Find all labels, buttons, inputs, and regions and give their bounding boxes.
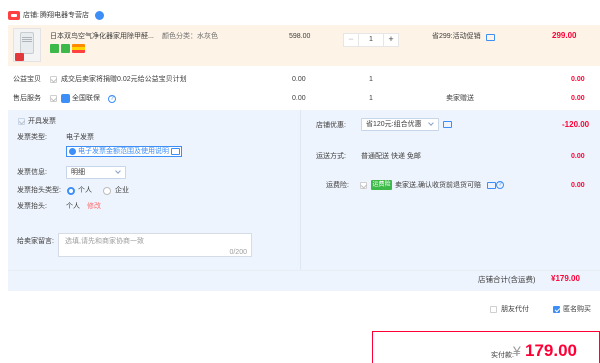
- item-attribute: 颜色分类：水灰色: [162, 33, 218, 40]
- shipping-insurance-label: 运费险:: [326, 182, 349, 189]
- shop-total-label: 店铺合计(含运费): [478, 275, 536, 284]
- shipping-insurance-badge: 运费险: [371, 180, 392, 190]
- public-welfare-qty: 1: [369, 76, 373, 83]
- shop-discount-label: 店铺优惠:: [316, 122, 346, 129]
- payment-summary: 实付款: ¥ 179.00: [372, 331, 600, 363]
- shop-discount-select[interactable]: 省120元:组合优惠: [361, 118, 439, 131]
- chat-icon[interactable]: [443, 121, 452, 128]
- invoice-toggle-label: 开具发票: [28, 118, 56, 125]
- after-sales-price: 0.00: [292, 95, 306, 102]
- quantity-value[interactable]: 1: [359, 34, 383, 46]
- chat-icon: [171, 148, 180, 155]
- public-welfare-amount: 0.00: [571, 76, 585, 83]
- delivery-value: 普通配送 快递 免邮: [361, 153, 421, 160]
- shipping-insurance-checkbox[interactable]: [360, 182, 367, 189]
- panel-divider: [300, 110, 301, 270]
- info-icon: [69, 148, 76, 155]
- invoice-scope-link[interactable]: 电子发票金额范围及使用说明: [66, 146, 182, 157]
- invoice-header-value: 个人: [66, 203, 80, 210]
- after-sales-text: 全国联保: [72, 95, 100, 102]
- guarantee-icon: [61, 44, 70, 53]
- public-welfare-checkbox[interactable]: [50, 76, 57, 83]
- friend-pay-checkbox[interactable]: [490, 306, 497, 313]
- chat-icon[interactable]: [487, 182, 496, 189]
- invoice-header-edit-link[interactable]: 修改: [87, 202, 101, 211]
- divider: [8, 270, 600, 271]
- shop-total-amount: ¥179.00: [551, 274, 580, 283]
- public-welfare-label: 公益宝贝: [13, 76, 41, 83]
- friend-pay-label: 朋友代付: [501, 306, 529, 313]
- chevron-down-icon: [428, 120, 434, 126]
- increase-button[interactable]: +: [383, 34, 398, 46]
- invoice-info-label: 发票信息:: [17, 169, 47, 176]
- shipping-insurance-amount: 0.00: [571, 182, 585, 189]
- message-label: 给卖家留言:: [17, 238, 54, 245]
- public-welfare-text: 成交后卖家将捐赠0.02元给公益宝贝计划: [61, 76, 187, 83]
- after-sales-label: 售后服务: [13, 95, 41, 102]
- after-sales-checkbox[interactable]: [50, 95, 57, 102]
- item-subtotal: 299.00: [552, 31, 577, 40]
- shop-discount-value: 省120元:组合优惠: [366, 121, 422, 128]
- credit-card-icon: [72, 44, 85, 53]
- invoice-info-value: 明细: [71, 169, 85, 176]
- radio-personal-label: 个人: [78, 187, 92, 194]
- quantity-stepper[interactable]: − 1 +: [343, 33, 399, 47]
- order-options-panel: [8, 110, 600, 291]
- after-sales-qty: 1: [369, 95, 373, 102]
- chat-icon[interactable]: [486, 34, 495, 41]
- item-title-link[interactable]: 日本双鸟空气净化器家用除甲醛...: [50, 32, 154, 41]
- payment-label: 实付款:: [491, 352, 514, 359]
- invoice-type-label: 发票类型:: [17, 134, 47, 141]
- chevron-down-icon: [115, 168, 121, 174]
- shop-label: 店铺:: [23, 12, 39, 19]
- anonymous-buy-label: 匿名购买: [563, 306, 591, 313]
- shipping-insurance-text: 卖家送,确认收货前退货可赔: [395, 182, 481, 189]
- message-textarea[interactable]: 选填,请先和商家协商一致 0/200: [58, 233, 252, 257]
- info-icon[interactable]: ?: [108, 95, 116, 103]
- radio-company[interactable]: [103, 187, 111, 195]
- promotion-text: 省299:活动促销: [432, 33, 481, 40]
- shop-icon: [8, 11, 20, 20]
- after-sales-amount: 0.00: [571, 95, 585, 102]
- wangwang-icon[interactable]: [95, 11, 104, 20]
- invoice-info-select[interactable]: 明细: [66, 166, 126, 179]
- shop-discount-amount: -120.00: [562, 120, 590, 129]
- seven-day-return-icon: [50, 44, 59, 53]
- radio-company-label: 企业: [115, 187, 129, 194]
- info-icon[interactable]: ?: [496, 181, 504, 189]
- item-price: 598.00: [289, 33, 311, 40]
- invoice-header-type-label: 发票抬头类型:: [17, 187, 61, 194]
- shop-name-link[interactable]: 腾翔电器专营店: [40, 11, 89, 20]
- invoice-checkbox[interactable]: [18, 118, 25, 125]
- delivery-amount: 0.00: [571, 153, 585, 160]
- decrease-button[interactable]: −: [344, 34, 359, 46]
- after-sales-note: 卖家赠送: [446, 95, 474, 102]
- delivery-label: 运送方式:: [316, 153, 346, 160]
- message-counter: 0/200: [229, 249, 247, 256]
- invoice-scope-text: 电子发票金额范围及使用说明: [78, 148, 169, 155]
- payment-amount: 179.00: [525, 341, 577, 360]
- warranty-icon: [61, 94, 70, 103]
- product-thumbnail[interactable]: [13, 28, 41, 62]
- payment-currency: ¥: [513, 343, 521, 359]
- radio-personal[interactable]: [67, 187, 75, 195]
- anonymous-buy-checkbox[interactable]: [553, 306, 560, 313]
- invoice-type-value: 电子发票: [66, 134, 94, 141]
- message-placeholder: 选填,请先和商家协商一致: [65, 238, 144, 245]
- invoice-header-label: 发票抬头:: [17, 203, 47, 210]
- public-welfare-price: 0.00: [292, 76, 306, 83]
